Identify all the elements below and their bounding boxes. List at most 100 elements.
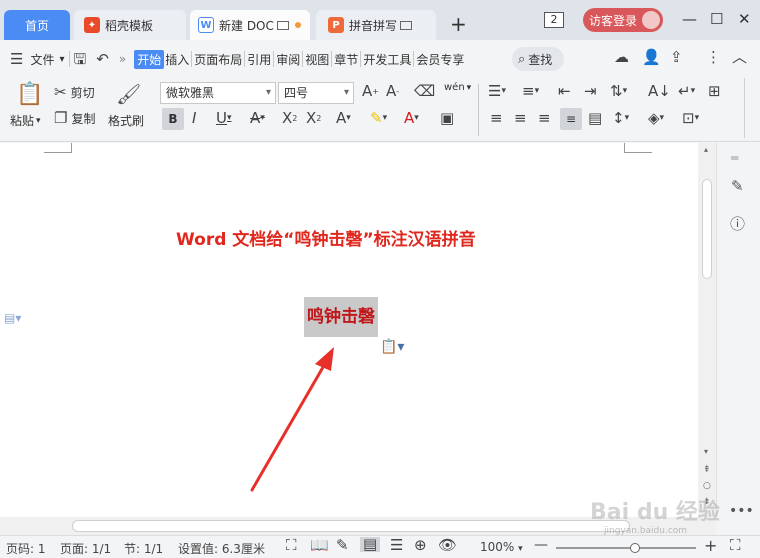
strikethrough-icon[interactable]: A ▾: [250, 111, 265, 126]
web-view-icon[interactable]: ⊕: [414, 538, 427, 553]
line-break-icon[interactable]: ↵ ▾: [678, 84, 695, 99]
menu-home[interactable]: 开始: [134, 49, 165, 69]
save-icon[interactable]: 🖫: [74, 51, 87, 67]
more-dots-icon[interactable]: •••: [729, 503, 754, 519]
fit-window-icon[interactable]: ⛶: [730, 538, 741, 553]
bullet-list-icon[interactable]: ☰ ▾: [488, 84, 506, 99]
outline-view-icon[interactable]: ☰: [390, 538, 403, 553]
cut-button[interactable]: ✂ 剪切: [54, 84, 95, 101]
highlight-icon[interactable]: ✎ ▾: [370, 111, 387, 126]
horizontal-scroll-thumb[interactable]: [72, 520, 630, 532]
menu-layout[interactable]: 页面布局: [193, 51, 243, 68]
borders-icon[interactable]: ⊡ ▾: [682, 111, 699, 126]
font-size-select[interactable]: 四号: [278, 82, 354, 104]
bold-button[interactable]: B: [162, 108, 184, 130]
visitor-login-button[interactable]: 访客登录: [583, 8, 663, 32]
superscript-icon[interactable]: X2: [282, 111, 297, 126]
search-button[interactable]: ⌕ 查找: [512, 47, 564, 71]
subscript-icon[interactable]: X2: [306, 111, 321, 126]
status-page-number[interactable]: 页码: 1: [6, 540, 46, 557]
tab-home[interactable]: 首页: [4, 10, 70, 40]
close-icon[interactable]: ✕: [738, 10, 751, 28]
menu-member[interactable]: 会员专享: [415, 51, 465, 68]
zoom-level[interactable]: 100% ▾: [480, 540, 523, 554]
document-title[interactable]: Word 文档给“鸣钟击磬”标注汉语拼音: [176, 225, 476, 250]
clipboard-icon[interactable]: 📋: [16, 82, 43, 107]
pen-icon[interactable]: ✎: [731, 177, 744, 195]
page-view-icon[interactable]: ▤: [360, 537, 381, 552]
align-right-icon[interactable]: ≡: [538, 111, 551, 126]
vertical-scroll-thumb[interactable]: [702, 179, 712, 279]
chevron-down-icon[interactable]: ▾: [59, 54, 64, 65]
numbered-list-icon[interactable]: ≡ ▾: [522, 84, 539, 99]
eye-protect-icon[interactable]: 👁: [438, 538, 457, 553]
selected-text[interactable]: 鸣钟击磬: [304, 297, 378, 337]
sort-icon[interactable]: ⇅ ▾: [610, 84, 627, 99]
paragraph-marker-icon[interactable]: ▤▾: [4, 311, 21, 325]
paste-button[interactable]: 粘贴 ▾: [10, 112, 41, 129]
vertical-scrollbar[interactable]: ▴ ▾ ⇞ ○ ⇟: [698, 143, 716, 517]
text-direction-icon[interactable]: A↓: [648, 84, 671, 99]
menu-view[interactable]: 视图: [304, 51, 330, 68]
tab-template[interactable]: ✦ 稻壳模板: [74, 10, 186, 40]
align-left-icon[interactable]: ≡: [490, 111, 503, 126]
distribute-icon[interactable]: ▤: [588, 111, 602, 126]
char-border-icon[interactable]: ▣: [440, 111, 454, 126]
status-setting-value[interactable]: 设置值: 6.3厘米: [178, 540, 265, 557]
cloud-icon[interactable]: ☁: [614, 50, 629, 65]
user-share-icon[interactable]: 👤: [642, 50, 661, 65]
italic-icon[interactable]: I: [192, 111, 196, 126]
hamburger-icon[interactable]: ☰: [10, 51, 23, 67]
reading-mode-icon[interactable]: 📖: [310, 538, 329, 553]
align-center-icon[interactable]: ≡: [514, 111, 527, 126]
ribbon-scroll[interactable]: [744, 78, 754, 138]
shading-icon[interactable]: ◈ ▾: [648, 111, 664, 126]
document-canvas[interactable]: Word 文档给“鸣钟击磬”标注汉语拼音 ▤▾ 鸣钟击磬 📋▾: [0, 143, 698, 517]
zoom-slider-thumb[interactable]: [630, 543, 640, 553]
copy-button[interactable]: ❐ 复制: [54, 110, 95, 127]
justify-button[interactable]: ≡: [560, 108, 582, 130]
status-page-total[interactable]: 页面: 1/1: [60, 540, 111, 557]
zoom-slider[interactable]: [556, 543, 696, 553]
brush-icon[interactable]: 🖌: [116, 82, 141, 106]
new-tab-button[interactable]: +: [450, 12, 467, 36]
scroll-down-icon[interactable]: ▾: [704, 447, 708, 456]
menu-file[interactable]: 文件: [29, 51, 55, 68]
select-browse-icon[interactable]: ○: [703, 481, 711, 491]
status-section[interactable]: 节: 1/1: [124, 540, 163, 557]
fullscreen-icon[interactable]: ⛶: [286, 538, 297, 553]
menu-review[interactable]: 审阅: [275, 51, 301, 68]
scroll-up-icon[interactable]: ▴: [704, 145, 708, 154]
format-painter-button[interactable]: 格式刷: [108, 112, 144, 129]
more-icon[interactable]: ⋮: [706, 50, 721, 65]
help-icon[interactable]: ⓘ: [730, 213, 745, 234]
underline-icon[interactable]: U ▾: [216, 111, 232, 126]
undo-icon[interactable]: ↶: [96, 51, 109, 67]
font-color-icon[interactable]: A ▾: [404, 111, 419, 126]
minimize-icon[interactable]: —: [682, 10, 697, 28]
write-mode-icon[interactable]: ✎: [336, 538, 349, 553]
zoom-in-icon[interactable]: +: [704, 536, 717, 555]
more-chevron-icon[interactable]: »: [119, 52, 126, 66]
line-spacing-icon[interactable]: ↕ ▾: [612, 111, 629, 126]
grow-font-icon[interactable]: A +: [362, 84, 379, 99]
shrink-font-icon[interactable]: A-: [386, 84, 399, 99]
zoom-out-icon[interactable]: —: [534, 537, 548, 553]
tab-pinyin[interactable]: P 拼音拼写: [316, 10, 436, 40]
decrease-indent-icon[interactable]: ⇤: [558, 84, 571, 99]
paste-options-icon[interactable]: 📋▾: [380, 339, 404, 355]
clear-format-icon[interactable]: ⌫: [414, 84, 435, 99]
menu-reference[interactable]: 引用: [246, 51, 272, 68]
menu-chapter[interactable]: 章节: [333, 51, 359, 68]
pinyin-guide-button[interactable]: wén ▾: [444, 82, 471, 93]
maximize-icon[interactable]: ☐: [710, 10, 723, 28]
menu-developer[interactable]: 开发工具: [362, 51, 412, 68]
prev-page-icon[interactable]: ⇞: [703, 465, 711, 475]
font-name-select[interactable]: 微软雅黑: [160, 82, 276, 104]
tab-doc[interactable]: W 新建 DOC: [190, 10, 310, 40]
text-effect-icon[interactable]: A ▾: [336, 111, 351, 126]
window-count-badge[interactable]: 2: [544, 12, 564, 28]
table-grid-icon[interactable]: ⊞: [708, 84, 721, 99]
share-icon[interactable]: ⇪: [670, 50, 683, 65]
increase-indent-icon[interactable]: ⇥: [584, 84, 597, 99]
